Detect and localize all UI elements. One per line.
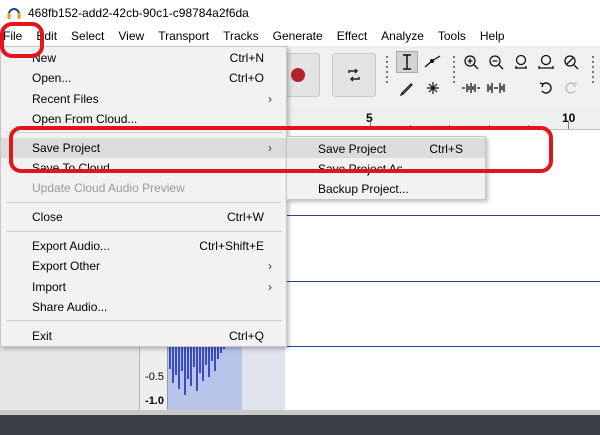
multi-tool-button[interactable] <box>422 77 444 99</box>
menu-item-label: Exit <box>32 329 53 343</box>
file-menu-recent-files[interactable]: Recent Files › <box>1 89 286 109</box>
menu-item-label: Import <box>32 280 67 294</box>
file-menu-exit[interactable]: Exit Ctrl+Q <box>1 326 286 346</box>
menu-item-label: Close <box>32 210 63 224</box>
track-divider <box>285 281 600 282</box>
zoom-in-button[interactable] <box>460 51 482 73</box>
menu-select[interactable]: Select <box>64 26 111 46</box>
file-menu-update-cloud-preview: Update Cloud Audio Preview <box>1 178 286 198</box>
file-menu-dropdown: New Ctrl+N Open... Ctrl+O Recent Files ›… <box>0 46 287 347</box>
title-bar: 468fb152-add2-42cb-90c1-c98784a2f6da <box>0 0 600 26</box>
file-menu-close[interactable]: Close Ctrl+W <box>1 207 286 227</box>
fit-project-button[interactable] <box>535 51 557 73</box>
menu-generate[interactable]: Generate <box>266 26 330 46</box>
track-divider <box>285 346 600 347</box>
file-menu-import[interactable]: Import › <box>1 277 286 297</box>
menu-bar: File Edit Select View Transport Tracks G… <box>0 26 600 46</box>
file-menu-new[interactable]: New Ctrl+N <box>1 48 286 68</box>
menu-help[interactable]: Help <box>473 26 512 46</box>
silence-button[interactable] <box>485 77 507 99</box>
zoom-out-button[interactable] <box>485 51 507 73</box>
undo-icon <box>539 82 552 94</box>
chevron-right-icon: › <box>268 280 272 294</box>
menu-item-label: Open... <box>32 71 72 85</box>
menu-item-shortcut: Ctrl+Shift+E <box>199 239 264 253</box>
zoom-toggle-icon <box>564 55 579 70</box>
fit-project-icon <box>538 54 554 69</box>
menu-tools[interactable]: Tools <box>431 26 473 46</box>
envelope-tool-button[interactable] <box>422 51 444 73</box>
fit-selection-icon <box>515 54 527 69</box>
envelope-tool-icon <box>424 55 441 68</box>
file-menu-export-other[interactable]: Export Other › <box>1 256 286 276</box>
file-menu-share-audio[interactable]: Share Audio... <box>1 297 286 317</box>
menu-transport[interactable]: Transport <box>151 26 216 46</box>
window-title: 468fb152-add2-42cb-90c1-c98784a2f6da <box>28 6 249 20</box>
chevron-right-icon: › <box>268 92 272 106</box>
silence-icon <box>487 83 505 93</box>
zoom-toggle-button[interactable] <box>560 51 582 73</box>
record-icon <box>291 68 305 82</box>
menu-item-label: Open From Cloud... <box>32 112 138 126</box>
menu-item-label: Export Other <box>32 259 101 273</box>
selection-tool-button[interactable] <box>396 51 418 73</box>
menu-item-label: Share Audio... <box>32 300 108 314</box>
file-menu-open[interactable]: Open... Ctrl+O <box>1 68 286 88</box>
zoom-in-icon <box>464 55 479 70</box>
menu-item-shortcut: Ctrl+N <box>229 51 264 65</box>
menu-item-shortcut: Ctrl+W <box>227 210 264 224</box>
menu-separator <box>6 202 282 203</box>
save-project-highlight-annotation <box>9 126 553 173</box>
menu-item-label: Recent Files <box>32 92 99 106</box>
fit-selection-button[interactable] <box>510 51 532 73</box>
file-menu-highlight-annotation <box>0 22 44 58</box>
trim-button[interactable] <box>460 77 482 99</box>
menu-separator <box>6 320 282 321</box>
draw-tool-icon <box>399 83 413 96</box>
status-bar <box>0 415 600 435</box>
file-menu-export-audio[interactable]: Export Audio... Ctrl+Shift+E <box>1 236 286 256</box>
menu-item-label: Update Cloud Audio Preview <box>32 181 185 195</box>
trim-icon <box>462 83 480 93</box>
submenu-backup-project[interactable]: Backup Project... <box>287 178 485 198</box>
toolbar-grip[interactable] <box>384 54 390 96</box>
loop-icon <box>348 68 360 82</box>
track-divider <box>285 215 600 216</box>
chevron-right-icon: › <box>268 259 272 273</box>
menu-item-shortcut: Ctrl+O <box>228 71 264 85</box>
selection-tool-icon <box>403 54 411 70</box>
toolbar-grip[interactable] <box>451 54 457 96</box>
redo-button[interactable] <box>560 77 582 99</box>
menu-item-shortcut: Ctrl+Q <box>228 329 264 343</box>
undo-button[interactable] <box>535 77 557 99</box>
menu-item-label: Backup Project... <box>318 182 409 196</box>
draw-tool-button[interactable] <box>396 77 418 99</box>
menu-item-label: Export Audio... <box>32 239 111 253</box>
ruler-tick <box>568 121 569 129</box>
zoom-out-icon <box>489 55 504 70</box>
menu-analyze[interactable]: Analyze <box>374 26 431 46</box>
toolbar-grip[interactable] <box>590 54 596 96</box>
scale-label: -1.0 <box>145 395 164 407</box>
menu-effect[interactable]: Effect <box>330 26 374 46</box>
loop-button[interactable] <box>332 53 376 97</box>
multi-tool-icon <box>427 82 439 94</box>
menu-separator <box>6 231 282 232</box>
audacity-app-icon <box>7 8 21 19</box>
menu-tracks[interactable]: Tracks <box>216 26 266 46</box>
redo-icon <box>565 82 578 94</box>
menu-view[interactable]: View <box>111 26 151 46</box>
scale-label: -0.5 <box>145 371 164 383</box>
